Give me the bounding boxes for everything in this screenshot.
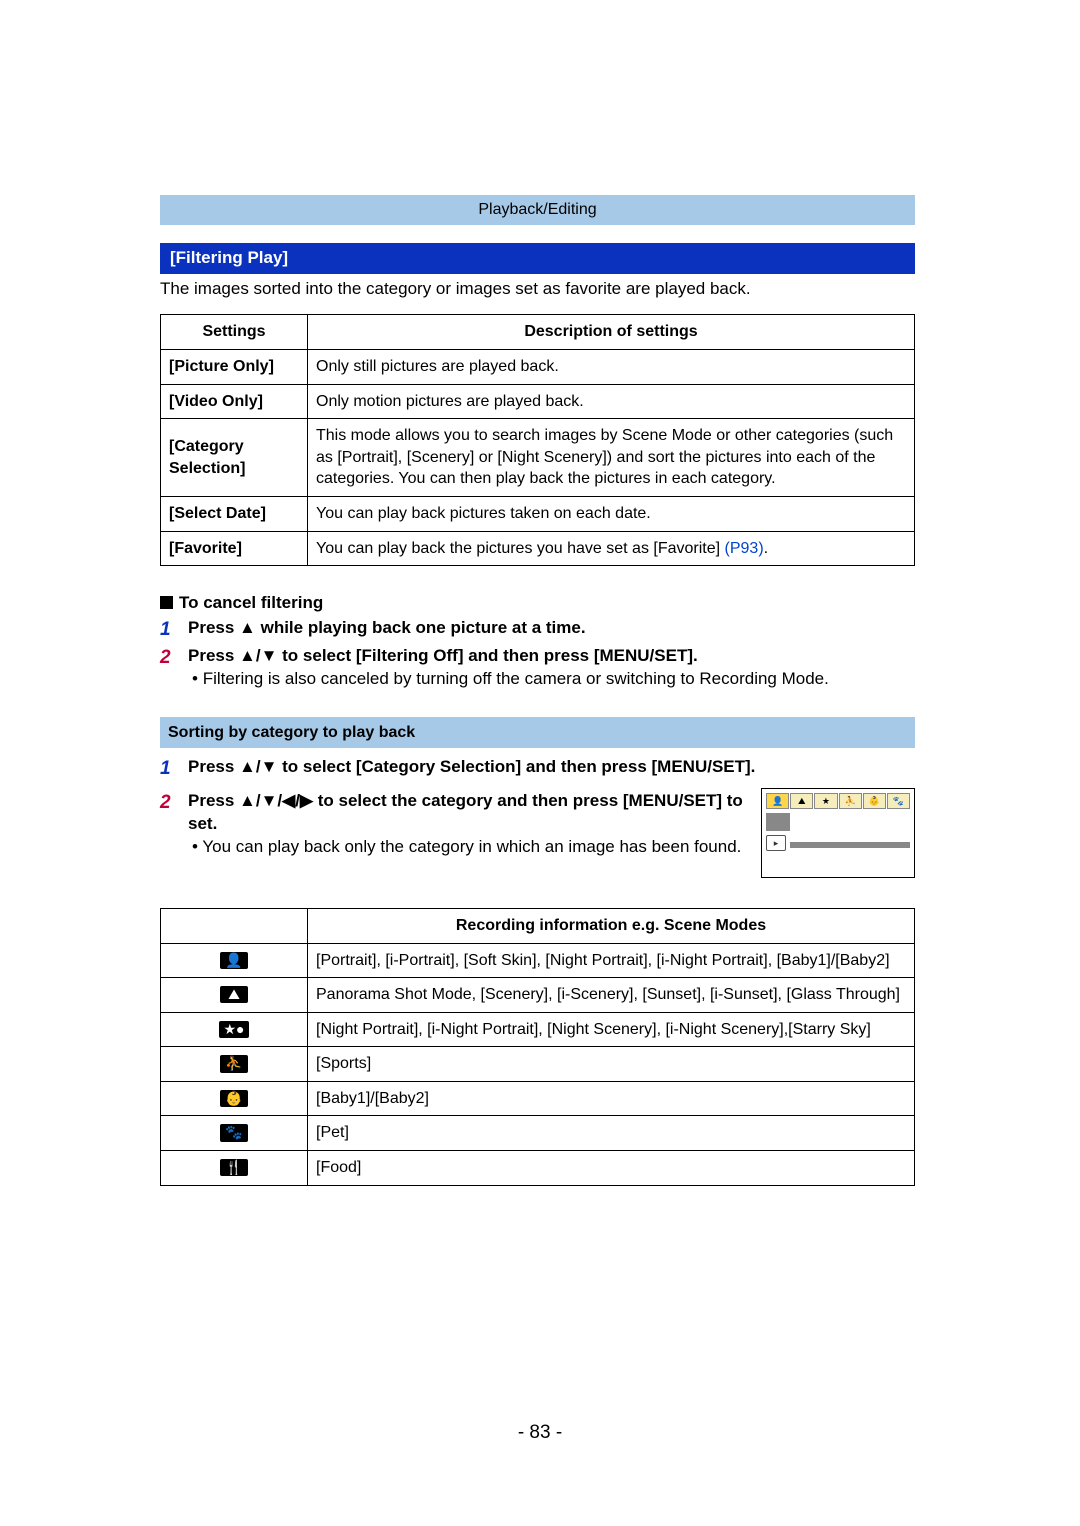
- table-header-row: Settings Description of settings: [161, 315, 915, 350]
- note-text: Filtering is also canceled by turning of…: [203, 669, 829, 688]
- tab-baby-icon: 👶: [863, 793, 886, 809]
- section-title: [Filtering Play]: [160, 243, 915, 274]
- table-row: ⛹ [Sports]: [161, 1047, 915, 1082]
- pet-icon: 🐾: [220, 1124, 248, 1141]
- step-row: 2 Press ▲/▼/◀/▶ to select the category a…: [160, 788, 915, 878]
- setting-name: [Category Selection]: [161, 419, 308, 497]
- setting-desc: This mode allows you to search images by…: [308, 419, 915, 497]
- bullet-square-icon: [160, 596, 173, 609]
- desc-pre: You can play back the pictures you have …: [316, 540, 725, 557]
- intro-text: The images sorted into the category or i…: [160, 278, 915, 301]
- icon-cell: ⛹: [161, 1047, 308, 1082]
- table-row: [Select Date] You can play back pictures…: [161, 497, 915, 532]
- setting-name: [Video Only]: [161, 384, 308, 419]
- table-row: ★● [Night Portrait], [i-Night Portrait],…: [161, 1012, 915, 1047]
- desc-post: .: [764, 540, 768, 557]
- rec-desc: [Night Portrait], [i-Night Portrait], [N…: [308, 1012, 915, 1047]
- setting-desc: You can play back the pictures you have …: [308, 531, 915, 566]
- table-header-row: Recording information e.g. Scene Modes: [161, 908, 915, 943]
- rec-desc: [Sports]: [308, 1047, 915, 1082]
- step-note: • You can play back only the category in…: [188, 836, 749, 859]
- setting-desc: You can play back pictures taken on each…: [308, 497, 915, 532]
- step-note: • Filtering is also canceled by turning …: [188, 668, 915, 691]
- step2-text: Press ▲/▼ to select [Filtering Off] and …: [188, 646, 698, 665]
- tab-portrait-icon: 👤: [766, 793, 789, 809]
- empty-header-cell: [161, 908, 308, 943]
- tab-pet-icon: 🐾: [887, 793, 910, 809]
- tab-night-icon: ★: [814, 793, 837, 809]
- recording-info-table: Recording information e.g. Scene Modes 👤…: [160, 908, 915, 1186]
- sort-heading: Sorting by category to play back: [160, 717, 915, 749]
- camera-icon: ▸: [766, 835, 786, 851]
- table-row: [Video Only] Only motion pictures are pl…: [161, 384, 915, 419]
- step2-text: Press ▲/▼/◀/▶ to select the category and…: [188, 791, 743, 833]
- icon-cell: 🍴: [161, 1151, 308, 1186]
- step-number-1: 1: [160, 756, 188, 782]
- col-recording-info: Recording information e.g. Scene Modes: [308, 908, 915, 943]
- icon-cell: 👤: [161, 943, 308, 978]
- night-scenery-icon: ★●: [219, 1021, 248, 1038]
- step-text: Press ▲/▼/◀/▶ to select the category and…: [188, 790, 749, 859]
- note-text: You can play back only the category in w…: [202, 837, 741, 856]
- breadcrumb: Playback/Editing: [160, 195, 915, 225]
- step-number-2: 2: [160, 645, 188, 691]
- rec-desc: Panorama Shot Mode, [Scenery], [i-Scener…: [308, 978, 915, 1013]
- baby-icon: 👶: [220, 1090, 248, 1107]
- table-row: 🐾 [Pet]: [161, 1116, 915, 1151]
- icon-cell: ⛰: [161, 978, 308, 1013]
- step-number-2: 2: [160, 790, 188, 859]
- step-text: Press ▲/▼ to select [Filtering Off] and …: [188, 645, 915, 691]
- table-row: 🍴 [Food]: [161, 1151, 915, 1186]
- step-row: 1 Press ▲/▼ to select [Category Selectio…: [160, 756, 915, 782]
- thumbnail-preview-icon: [766, 813, 790, 831]
- icon-cell: ★●: [161, 1012, 308, 1047]
- table-row: [Picture Only] Only still pictures are p…: [161, 350, 915, 385]
- step-row: 1 Press ▲ while playing back one picture…: [160, 617, 915, 643]
- setting-name: [Favorite]: [161, 531, 308, 566]
- step-row: 2 Press ▲/▼ to select [Filtering Off] an…: [160, 645, 915, 691]
- rec-desc: [Pet]: [308, 1116, 915, 1151]
- table-row: [Favorite] You can play back the picture…: [161, 531, 915, 566]
- rec-desc: [Food]: [308, 1151, 915, 1186]
- setting-desc: Only still pictures are played back.: [308, 350, 915, 385]
- food-icon: 🍴: [220, 1159, 248, 1176]
- setting-name: [Picture Only]: [161, 350, 308, 385]
- icon-cell: 🐾: [161, 1116, 308, 1151]
- table-row: 👤 [Portrait], [i-Portrait], [Soft Skin],…: [161, 943, 915, 978]
- setting-name: [Select Date]: [161, 497, 308, 532]
- cancel-heading: To cancel filtering: [160, 592, 915, 615]
- rec-desc: [Baby1]/[Baby2]: [308, 1081, 915, 1116]
- thumbnail-tabs: 👤 ⛰ ★ ⛹ 👶 🐾: [766, 793, 910, 809]
- icon-cell: 👶: [161, 1081, 308, 1116]
- setting-desc: Only motion pictures are played back.: [308, 384, 915, 419]
- sports-icon: ⛹: [220, 1055, 248, 1072]
- step-text: Press ▲/▼ to select [Category Selection]…: [188, 756, 915, 782]
- category-screen-thumbnail: 👤 ⛰ ★ ⛹ 👶 🐾 ▸: [761, 788, 915, 878]
- rec-desc: [Portrait], [i-Portrait], [Soft Skin], […: [308, 943, 915, 978]
- scrollbar-icon: [790, 842, 910, 848]
- col-description: Description of settings: [308, 315, 915, 350]
- table-row: ⛰ Panorama Shot Mode, [Scenery], [i-Scen…: [161, 978, 915, 1013]
- step-text: Press ▲ while playing back one picture a…: [188, 617, 915, 643]
- tab-scenery-icon: ⛰: [790, 793, 813, 809]
- tab-sports-icon: ⛹: [839, 793, 862, 809]
- page-number: - 83 -: [0, 1420, 1080, 1446]
- document-page: Playback/Editing [Filtering Play] The im…: [0, 0, 1080, 1526]
- step-number-1: 1: [160, 617, 188, 643]
- cancel-heading-text: To cancel filtering: [179, 593, 323, 612]
- scenery-icon: ⛰: [220, 986, 248, 1003]
- table-row: [Category Selection] This mode allows yo…: [161, 419, 915, 497]
- settings-table: Settings Description of settings [Pictur…: [160, 314, 915, 566]
- table-row: 👶 [Baby1]/[Baby2]: [161, 1081, 915, 1116]
- page-link[interactable]: (P93): [725, 540, 764, 557]
- col-settings: Settings: [161, 315, 308, 350]
- portrait-icon: 👤: [220, 952, 248, 969]
